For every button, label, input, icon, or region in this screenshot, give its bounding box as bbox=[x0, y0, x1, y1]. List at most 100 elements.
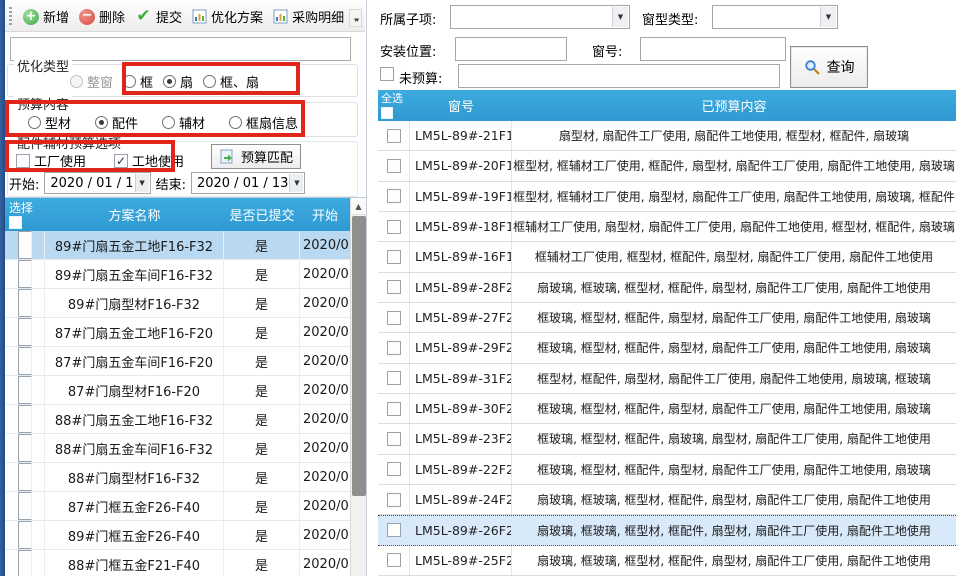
plan-row[interactable]: 89#门框五金F26-F40 是 2020/0 bbox=[5, 521, 350, 550]
row-checkbox[interactable] bbox=[18, 492, 32, 520]
window-no: LM5L-89#-21F19 bbox=[410, 121, 512, 150]
row-checkbox[interactable] bbox=[18, 289, 32, 317]
budget-row[interactable]: LM5L-89#-21F19 扇型材, 扇配件工厂使用, 扇配件工地使用, 框型… bbox=[378, 121, 956, 151]
budget-row[interactable]: LM5L-89#-27F25 框玻璃, 框型材, 框配件, 扇型材, 扇配件工厂… bbox=[378, 303, 956, 333]
plan-row[interactable]: 88#门扇五金车间F16-F32 是 2020/0 bbox=[5, 434, 350, 463]
no-budget-input[interactable] bbox=[458, 64, 780, 88]
row-checkbox[interactable] bbox=[18, 376, 32, 404]
plan-row[interactable]: 88#门扇五金工地F16-F32 是 2020/0 bbox=[5, 405, 350, 434]
row-checkbox[interactable] bbox=[387, 280, 401, 294]
budget-row[interactable]: LM5L-89#-25F23 扇玻璃, 框玻璃, 框型材, 框配件, 扇型材, … bbox=[378, 546, 956, 576]
submit-button[interactable]: 提交 bbox=[130, 5, 187, 28]
end-date-picker[interactable]: 2020 / 01 / 13 ▼ bbox=[191, 172, 305, 194]
window-type-select[interactable]: ▼ bbox=[712, 5, 838, 29]
window-no-input[interactable] bbox=[640, 37, 786, 61]
sub-item-select[interactable]: ▼ bbox=[450, 5, 630, 29]
row-checkbox[interactable] bbox=[18, 550, 32, 576]
window-no: LM5L-89#-27F25 bbox=[410, 303, 512, 332]
radio-option[interactable]: 配件 bbox=[95, 113, 138, 132]
row-checkbox[interactable] bbox=[18, 405, 32, 433]
budget-row[interactable]: LM5L-89#-26F24 扇玻璃, 框玻璃, 框型材, 框配件, 扇型材, … bbox=[378, 515, 956, 545]
budget-row[interactable]: LM5L-89#-16F15 框辅材工厂使用, 框型材, 框配件, 扇型材, 扇… bbox=[378, 242, 956, 272]
row-checkbox[interactable] bbox=[387, 311, 401, 325]
budget-row[interactable]: LM5L-89#-30F28 框玻璃, 框型材, 框配件, 扇型材, 扇配件工厂… bbox=[378, 394, 956, 424]
delete-button[interactable]: 删除 bbox=[74, 5, 130, 28]
plan-row[interactable]: 87#门框五金F26-F40 是 2020/0 bbox=[5, 492, 350, 521]
plan-row[interactable]: 88#门扇型材F16-F32 是 2020/0 bbox=[5, 463, 350, 492]
row-checkbox[interactable] bbox=[387, 493, 401, 507]
budget-row[interactable]: LM5L-89#-23F21 框玻璃, 框型材, 框配件, 扇玻璃, 扇型材, … bbox=[378, 424, 956, 454]
scrollbar-up-icon[interactable]: ▲ bbox=[351, 198, 366, 215]
plan-name: 87#门扇五金车间F16-F20 bbox=[45, 347, 224, 375]
budget-row[interactable]: LM5L-89#-20F18 框型材, 框辅材工厂使用, 框配件, 扇型材, 扇… bbox=[378, 151, 956, 181]
plan-row[interactable]: 88#门框五金F21-F40 是 2020/0 bbox=[5, 550, 350, 576]
radio-option[interactable]: 辅材 bbox=[162, 113, 205, 132]
plan-start-date: 2020/0 bbox=[300, 434, 350, 462]
chevron-down-icon[interactable]: ▼ bbox=[289, 174, 303, 192]
install-position-input[interactable] bbox=[455, 37, 567, 61]
row-checkbox[interactable] bbox=[387, 462, 401, 476]
plan-row[interactable]: 89#门扇型材F16-F32 是 2020/0 bbox=[5, 289, 350, 318]
row-checkbox[interactable] bbox=[387, 553, 401, 567]
row-checkbox[interactable] bbox=[18, 347, 32, 375]
radio-option[interactable]: 框 bbox=[123, 72, 153, 91]
row-checkbox[interactable] bbox=[387, 523, 401, 537]
row-checkbox[interactable] bbox=[387, 250, 401, 264]
start-date-picker[interactable]: 2020 / 01 / 1 ▼ bbox=[44, 172, 150, 194]
plan-name: 89#门框五金F26-F40 bbox=[45, 521, 224, 549]
plan-row[interactable]: 87#门扇五金车间F16-F20 是 2020/0 bbox=[5, 347, 350, 376]
row-checkbox[interactable] bbox=[387, 371, 401, 385]
radio-option[interactable]: 框、扇 bbox=[203, 72, 259, 91]
row-checkbox[interactable] bbox=[18, 521, 32, 549]
row-checkbox[interactable] bbox=[387, 432, 401, 446]
optimize-plan-button[interactable]: 优化方案 bbox=[187, 5, 268, 28]
right-panel: 所属子项: ▼ 窗型类型: ▼ 安装位置: 窗号: 查询 未预算: 全选 窗号 bbox=[378, 0, 956, 576]
budget-row[interactable]: LM5L-89#-19F17 框型材, 框辅材工厂使用, 扇型材, 扇配件工厂使… bbox=[378, 182, 956, 212]
budget-row[interactable]: LM5L-89#-29F27 框玻璃, 框型材, 框配件, 扇型材, 扇配件工厂… bbox=[378, 333, 956, 363]
row-checkbox[interactable] bbox=[387, 402, 401, 416]
add-button[interactable]: 新增 bbox=[18, 5, 74, 28]
scrollbar-thumb[interactable] bbox=[352, 216, 366, 496]
chevron-down-icon[interactable]: ▼ bbox=[612, 7, 628, 27]
chevron-down-icon[interactable]: ▼ bbox=[820, 7, 836, 27]
select-all-checkbox[interactable] bbox=[9, 216, 22, 229]
row-checkbox[interactable] bbox=[18, 318, 32, 346]
row-checkbox[interactable] bbox=[18, 434, 32, 462]
row-checkbox[interactable] bbox=[387, 220, 401, 234]
toolbar-grip[interactable] bbox=[9, 7, 12, 27]
plan-row[interactable]: 87#门扇型材F16-F20 是 2020/0 bbox=[5, 376, 350, 405]
budget-row[interactable]: LM5L-89#-22F20 框玻璃, 框型材, 框配件, 扇型材, 扇配件工厂… bbox=[378, 455, 956, 485]
budget-row[interactable]: LM5L-89#-31F29 框型材, 框配件, 扇型材, 扇配件工厂使用, 扇… bbox=[378, 364, 956, 394]
plan-row[interactable]: 87#门扇五金工地F16-F20 是 2020/0 bbox=[5, 318, 350, 347]
row-checkbox[interactable] bbox=[387, 189, 401, 203]
plan-start-date: 2020/0 bbox=[300, 289, 350, 317]
radio-option[interactable]: 整窗 bbox=[70, 72, 113, 91]
checkbox-option[interactable]: 工厂使用 bbox=[16, 151, 86, 170]
plan-row[interactable]: 89#门扇五金工地F16-F32 是 2020/0 bbox=[5, 231, 350, 260]
row-checkbox[interactable] bbox=[18, 463, 32, 491]
budget-row[interactable]: LM5L-89#-24F22 扇玻璃, 框玻璃, 框型材, 框配件, 扇型材, … bbox=[378, 485, 956, 515]
row-checkbox[interactable] bbox=[387, 129, 401, 143]
radio-option[interactable]: 框扇信息 bbox=[229, 113, 298, 132]
row-checkbox[interactable] bbox=[387, 159, 401, 173]
budget-row[interactable]: LM5L-89#-18F16 框辅材工厂使用, 扇型材, 扇配件工厂使用, 扇配… bbox=[378, 212, 956, 242]
budget-match-button[interactable]: 预算匹配 bbox=[211, 144, 301, 169]
chevron-down-icon[interactable]: ▼ bbox=[135, 174, 149, 192]
radio-option[interactable]: 扇 bbox=[163, 72, 193, 91]
query-button[interactable]: 查询 bbox=[790, 46, 868, 88]
checkbox-label: 工地使用 bbox=[132, 151, 184, 170]
purchase-detail-button[interactable]: 采购明细 ▼ bbox=[268, 5, 360, 28]
row-checkbox[interactable] bbox=[387, 341, 401, 355]
select-all-checkbox[interactable] bbox=[381, 107, 393, 119]
no-budget-checkbox[interactable] bbox=[380, 67, 394, 81]
budget-row[interactable]: LM5L-89#-28F26 扇玻璃, 框玻璃, 框型材, 框配件, 扇型材, … bbox=[378, 273, 956, 303]
end-date-label: 结束: bbox=[156, 174, 186, 193]
plan-row[interactable]: 89#门扇五金车间F16-F32 是 2020/0 bbox=[5, 260, 350, 289]
checkbox-option[interactable]: 工地使用 bbox=[114, 151, 184, 170]
delete-icon bbox=[79, 9, 95, 25]
toolbar-overflow-button[interactable] bbox=[349, 9, 362, 27]
row-checkbox[interactable] bbox=[18, 260, 32, 288]
scrollbar[interactable]: ▲ bbox=[350, 198, 366, 576]
radio-option[interactable]: 型材 bbox=[28, 113, 71, 132]
row-checkbox[interactable] bbox=[18, 231, 32, 259]
